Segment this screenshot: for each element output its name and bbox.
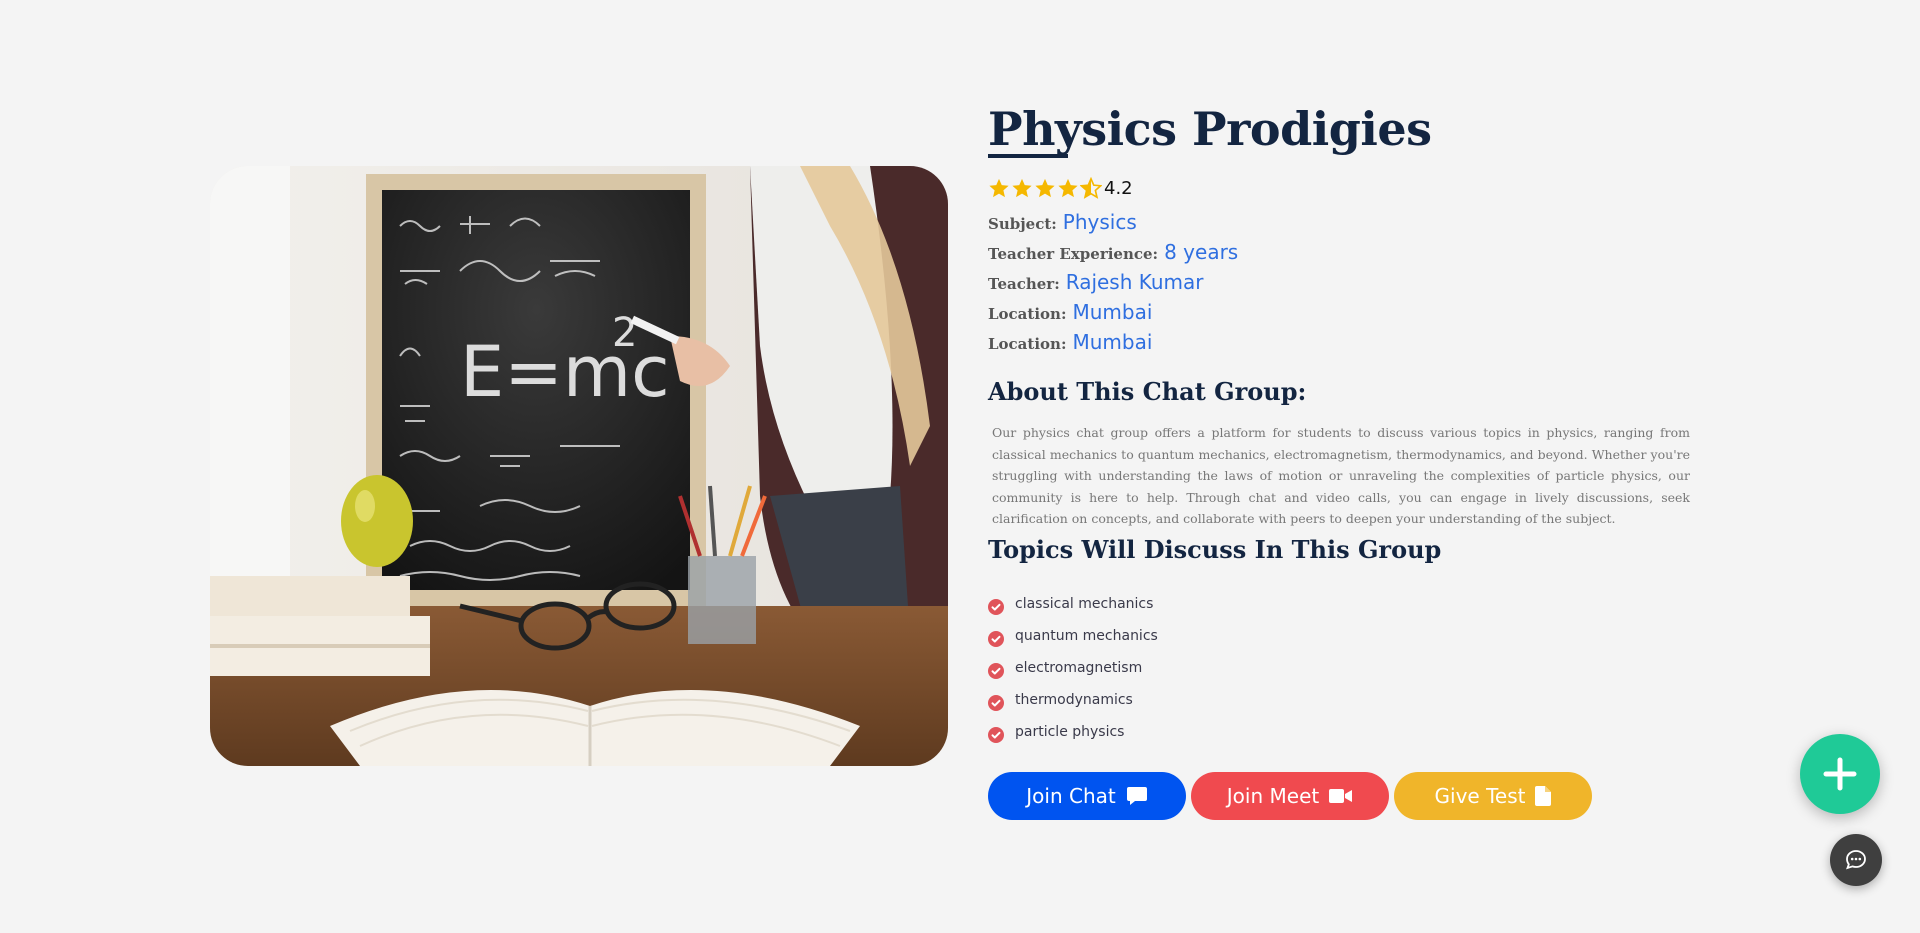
topics-heading: Topics Will Discuss In This Group bbox=[988, 534, 1442, 564]
about-text: Our physics chat group offers a platform… bbox=[992, 425, 1690, 526]
topic-label: thermodynamics bbox=[1015, 691, 1133, 708]
meta-value: Mumbai bbox=[1072, 300, 1153, 324]
give-test-label: Give Test bbox=[1434, 783, 1526, 808]
meta-value: Physics bbox=[1062, 210, 1137, 234]
chat-bubble-icon bbox=[1126, 786, 1148, 806]
meta-value: Mumbai bbox=[1072, 330, 1153, 354]
group-title: Physics Prodigies bbox=[988, 102, 1432, 156]
star-full-icon bbox=[1058, 178, 1078, 198]
rating-value: 4.2 bbox=[1104, 177, 1133, 199]
rating: 4.2 bbox=[988, 176, 1690, 200]
join-meet-label: Join Meet bbox=[1226, 783, 1320, 808]
meta-location: Location: Mumbai bbox=[988, 300, 1690, 330]
check-circle-icon bbox=[988, 598, 1004, 615]
check-circle-icon bbox=[988, 662, 1004, 679]
topic-item: thermodynamics bbox=[988, 684, 1690, 716]
topic-label: particle physics bbox=[1015, 723, 1125, 740]
star-half-icon bbox=[1080, 177, 1102, 199]
support-chat-button[interactable] bbox=[1830, 834, 1882, 886]
add-fab-button[interactable] bbox=[1800, 734, 1880, 814]
meta-experience: Teacher Experience: 8 years bbox=[988, 240, 1690, 270]
join-chat-button[interactable]: Join Chat bbox=[988, 771, 1186, 820]
chalkboard-equation: E=mc bbox=[460, 331, 670, 413]
meta-label: Location: bbox=[988, 305, 1067, 323]
topic-item: quantum mechanics bbox=[988, 620, 1690, 652]
meta-label: Teacher Experience: bbox=[988, 245, 1159, 263]
document-icon bbox=[1535, 785, 1552, 806]
meta-label: Location: bbox=[988, 335, 1067, 353]
meta-location: Location: Mumbai bbox=[988, 330, 1690, 360]
topic-item: electromagnetism bbox=[988, 652, 1690, 684]
topic-label: electromagnetism bbox=[1015, 659, 1143, 676]
plus-icon bbox=[1823, 757, 1857, 791]
star-full-icon bbox=[989, 178, 1009, 198]
join-chat-label: Join Chat bbox=[1026, 783, 1116, 808]
meta-teacher: Teacher: Rajesh Kumar bbox=[988, 270, 1690, 300]
join-meet-button[interactable]: Join Meet bbox=[1191, 771, 1389, 820]
star-full-icon bbox=[1035, 178, 1055, 198]
meta-label: Subject: bbox=[988, 215, 1057, 233]
meta-value: 8 years bbox=[1164, 240, 1239, 264]
star-full-icon bbox=[1012, 178, 1032, 198]
check-circle-icon bbox=[988, 630, 1004, 647]
group-meta: Subject: Physics Teacher Experience: 8 y… bbox=[988, 210, 1690, 360]
topic-item: particle physics bbox=[988, 716, 1690, 748]
topic-label: classical mechanics bbox=[1015, 595, 1154, 612]
topic-label: quantum mechanics bbox=[1015, 627, 1158, 644]
group-info: Physics Prodigies 4.2 Subject: Physics T… bbox=[988, 100, 1690, 820]
classroom-illustration: E=mc 2 bbox=[210, 166, 948, 766]
meta-subject: Subject: Physics bbox=[988, 210, 1690, 240]
chat-dots-icon bbox=[1846, 850, 1866, 870]
meta-label: Teacher: bbox=[988, 275, 1060, 293]
action-buttons: Join Chat Join Meet Give Test bbox=[988, 771, 1690, 820]
check-circle-icon bbox=[988, 726, 1004, 743]
give-test-button[interactable]: Give Test bbox=[1394, 771, 1592, 820]
group-detail-page: E=mc 2 Physics Prodigies 4.2 Subject: Ph… bbox=[0, 0, 1920, 933]
topic-item: classical mechanics bbox=[988, 588, 1690, 620]
about-heading: About This Chat Group: bbox=[988, 377, 1307, 406]
topics-list: classical mechanics quantum mechanics el… bbox=[988, 588, 1690, 748]
meta-value: Rajesh Kumar bbox=[1065, 270, 1204, 294]
video-camera-icon bbox=[1329, 788, 1353, 804]
group-hero-image: E=mc 2 bbox=[210, 166, 948, 766]
check-circle-icon bbox=[988, 694, 1004, 711]
